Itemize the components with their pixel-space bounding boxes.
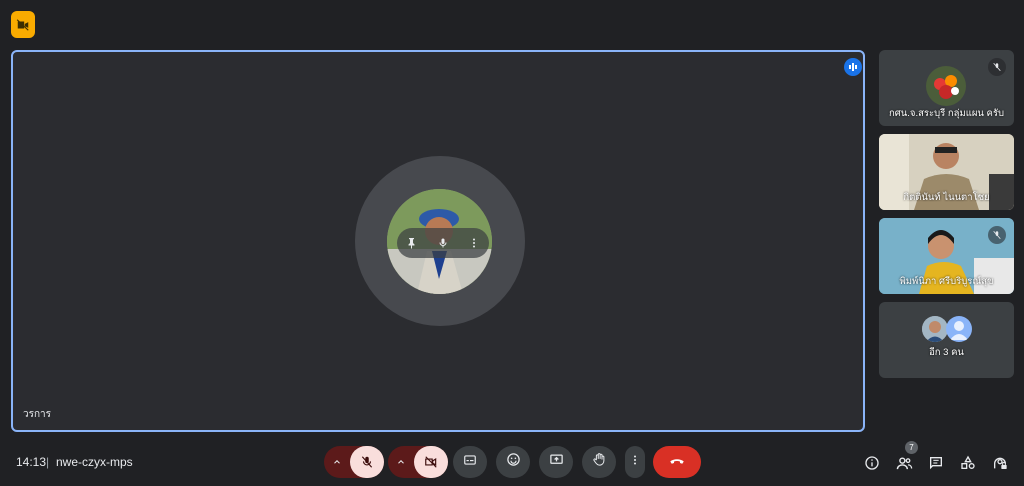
mic-icon[interactable] [430, 230, 456, 256]
more-vert-icon [629, 453, 641, 472]
main-video-tile[interactable]: วรการ [11, 50, 865, 432]
people-icon[interactable] [893, 452, 915, 474]
participant-name: กิตตินันท์ ไนนตาโชย [903, 192, 990, 203]
pin-icon[interactable] [399, 230, 425, 256]
participant-tile[interactable]: กิตตินันท์ ไนนตาโชย [879, 134, 1014, 210]
chevron-up-icon[interactable] [388, 457, 414, 467]
main-speaker-name: วรการ [23, 409, 52, 420]
mic-off-icon [988, 226, 1006, 244]
raise-hand-icon [592, 452, 607, 472]
divider: | [46, 455, 50, 469]
chat-icon[interactable] [925, 452, 947, 474]
camera-control-group [388, 446, 448, 478]
present-icon [549, 452, 564, 472]
raise-hand-button[interactable] [582, 446, 616, 478]
avatar [926, 66, 966, 106]
mic-control-group [324, 446, 384, 478]
captions-button[interactable] [453, 446, 487, 478]
info-icon[interactable] [861, 452, 883, 474]
chevron-up-icon[interactable] [324, 457, 350, 467]
emoji-icon [506, 452, 521, 472]
participant-name: พิมพ์นิภา ศรีบริบูรณ์สุข [899, 276, 994, 287]
avatar [946, 316, 972, 342]
camera-off-icon [11, 11, 35, 38]
participant-name: กศน.จ.สระบุรี กลุ่มแผน ครับ [888, 108, 1005, 119]
leave-call-button[interactable] [653, 446, 701, 478]
participant-tile[interactable]: กศน.จ.สระบุรี กลุ่มแผน ครับ [879, 50, 1014, 126]
activities-icon[interactable] [957, 452, 979, 474]
more-vert-icon[interactable] [461, 230, 487, 256]
captions-icon [463, 453, 477, 472]
video-off-icon[interactable] [414, 446, 448, 478]
mic-off-icon [988, 58, 1006, 76]
host-controls-icon[interactable] [989, 452, 1011, 474]
present-button[interactable] [539, 446, 573, 478]
participant-tile[interactable]: พิมพ์นิภา ศรีบริบูรณ์สุข [879, 218, 1014, 294]
avatar [922, 316, 948, 342]
call-end-icon [668, 451, 686, 474]
emoji-button[interactable] [496, 446, 530, 478]
audio-level-icon [844, 58, 862, 76]
others-tile[interactable]: อีก 3 คน [879, 302, 1014, 378]
clock: 14:13 [16, 455, 47, 469]
tile-controls [397, 228, 489, 258]
mic-off-icon[interactable] [350, 446, 384, 478]
others-label: อีก 3 คน [929, 347, 964, 358]
more-options-button[interactable] [625, 446, 645, 478]
meeting-code: nwe-czyx-mps [56, 455, 133, 469]
people-count-badge: 7 [905, 441, 918, 454]
